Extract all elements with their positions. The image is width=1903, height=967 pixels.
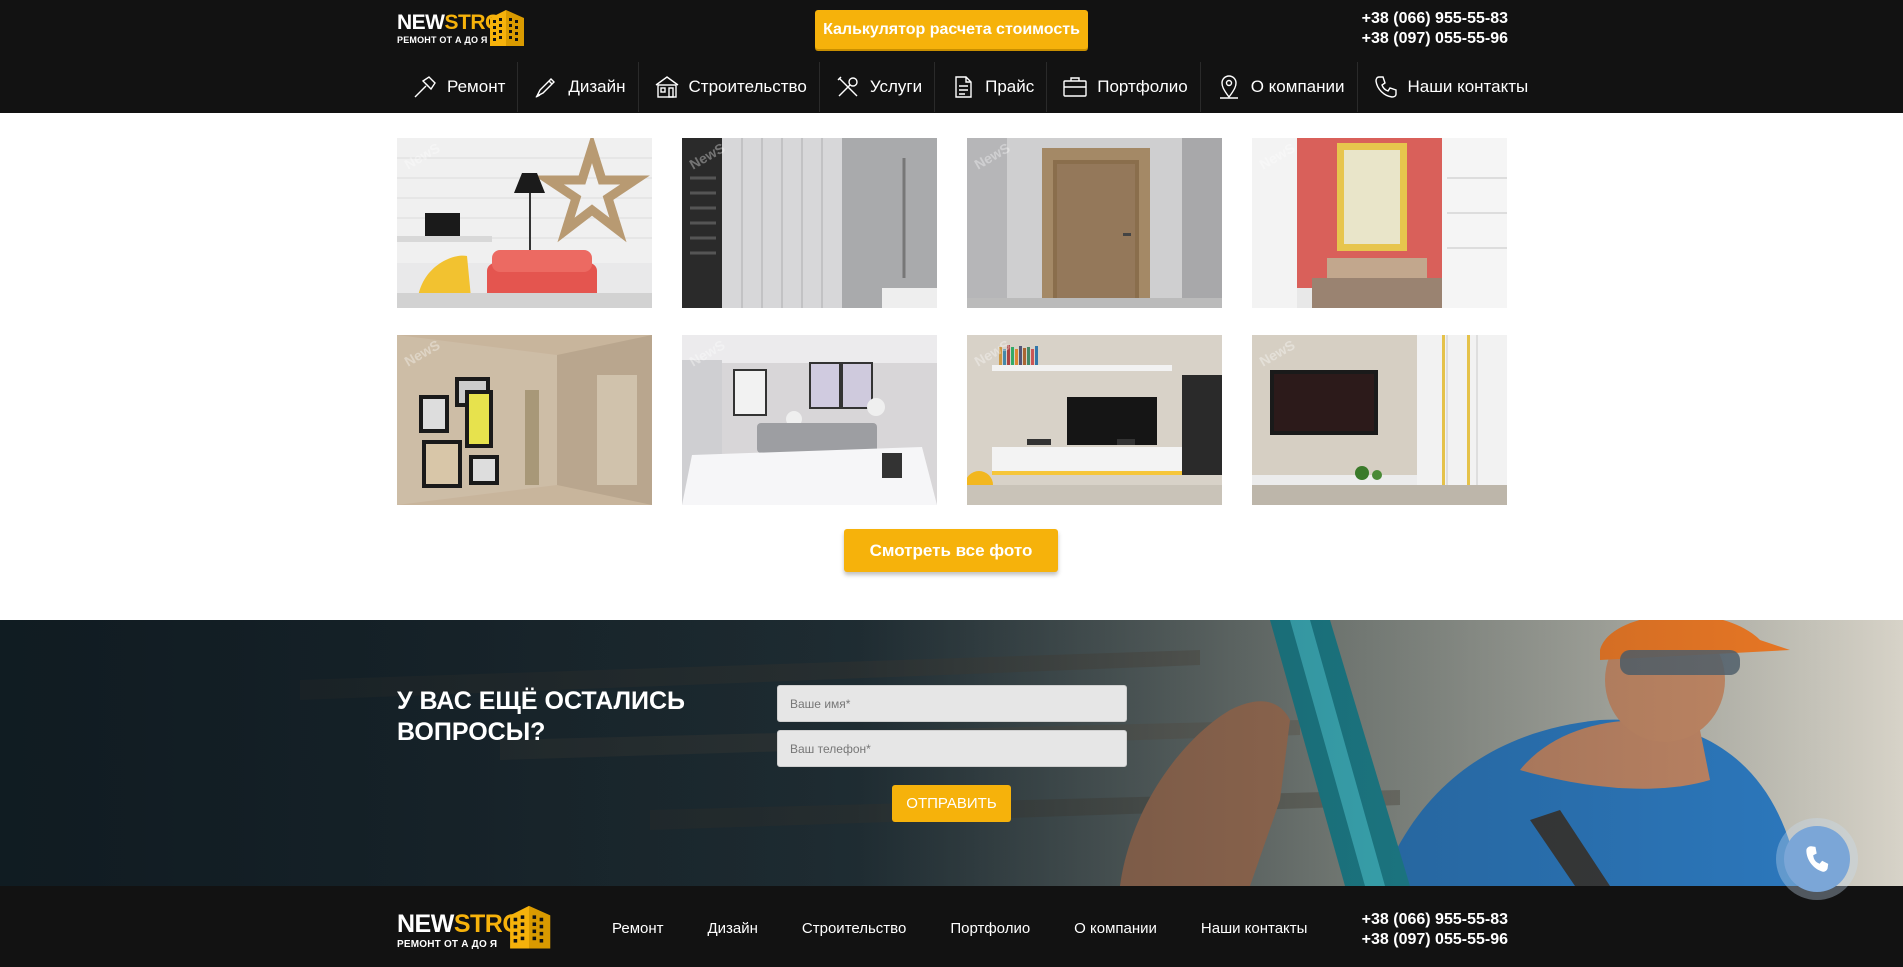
- nav-item-price[interactable]: Прайс: [935, 62, 1048, 112]
- site-footer: NEWSTROY РЕМОНТ ОТ А ДО Я Ремонт Дизайн …: [0, 886, 1903, 967]
- nav-label: Дизайн: [568, 77, 626, 96]
- logo-tagline: РЕМОНТ ОТ А ДО Я: [397, 939, 498, 950]
- view-all-photos-button[interactable]: Смотреть все фото: [844, 529, 1058, 572]
- phone-number-1[interactable]: +38 (066) 955-55-83: [1362, 9, 1508, 29]
- nav-item-contacts[interactable]: Наши контакты: [1358, 62, 1541, 112]
- footer-link-remont[interactable]: Ремонт: [612, 920, 664, 937]
- name-field[interactable]: [777, 685, 1127, 722]
- hammer-icon: [414, 76, 436, 98]
- nav-label: О компании: [1250, 77, 1345, 96]
- call-button-inner: [1784, 826, 1850, 892]
- phone-field[interactable]: [777, 730, 1127, 767]
- gallery-photo[interactable]: NewS: [397, 138, 652, 308]
- gallery-photo[interactable]: NewS: [967, 138, 1222, 308]
- gallery-photo[interactable]: NewS: [682, 335, 937, 505]
- pencil-brush-icon: [535, 78, 556, 98]
- tools-icon: [837, 76, 858, 97]
- photo-bedroom-red: [1252, 138, 1507, 308]
- footer-link-construction[interactable]: Строительство: [802, 920, 906, 937]
- building-icon: [510, 905, 551, 949]
- gallery-photo[interactable]: NewS: [397, 335, 652, 505]
- photo-hallway: [397, 335, 652, 505]
- phone-number-1[interactable]: +38 (066) 955-55-83: [1362, 910, 1508, 930]
- phone-number-2[interactable]: +38 (097) 055-55-96: [1362, 930, 1508, 950]
- photo-bathroom: [682, 138, 937, 308]
- footer-link-contacts[interactable]: Наши контакты: [1201, 920, 1308, 937]
- photo-bedroom-gray: [682, 335, 937, 505]
- footer-link-design[interactable]: Дизайн: [708, 920, 758, 937]
- cost-calculator-button[interactable]: Калькулятор расчета стоимость: [815, 10, 1088, 49]
- footer-link-portfolio[interactable]: Портфолио: [950, 920, 1030, 937]
- site-header: NEWSTROY РЕМОНТ ОТ А ДО Я Калькулятор ра…: [0, 0, 1903, 113]
- nav-label: Портфолио: [1097, 77, 1188, 96]
- nav-item-construction[interactable]: Строительство: [639, 62, 820, 112]
- nav-label: Строительство: [688, 77, 807, 96]
- logo-text-new: NEW: [397, 910, 454, 938]
- send-button[interactable]: ОТПРАВИТЬ: [892, 785, 1011, 822]
- building-icon: [490, 10, 524, 46]
- footer-link-about[interactable]: О компании: [1074, 920, 1157, 937]
- briefcase-icon: [1063, 77, 1087, 97]
- nav-label: Наши контакты: [1407, 77, 1529, 96]
- photo-door: [967, 138, 1222, 308]
- main-nav: Ремонт Дизайн Строительство Услуги Прайс: [397, 62, 1540, 112]
- gallery-photo[interactable]: NewS: [682, 138, 937, 308]
- map-pin-icon: [1219, 75, 1238, 99]
- title-line-2: ВОПРОСЫ?: [397, 718, 546, 746]
- questions-title: У ВАС ЕЩЁ ОСТАЛИСЬ ВОПРОСЫ?: [397, 686, 717, 748]
- nav-item-remont[interactable]: Ремонт: [397, 62, 519, 112]
- nav-item-portfolio[interactable]: Портфолио: [1047, 62, 1201, 112]
- gallery-photo[interactable]: NewS: [967, 335, 1222, 505]
- phone-icon: [1806, 846, 1829, 872]
- nav-item-about[interactable]: О компании: [1201, 62, 1358, 112]
- title-line-1: У ВАС ЕЩЁ ОСТАЛИСЬ: [397, 687, 686, 715]
- photo-tv-wall: [967, 335, 1222, 505]
- photo-living-room: [397, 138, 652, 308]
- floating-call-button[interactable]: [1776, 818, 1858, 900]
- questions-banner: У ВАС ЕЩЁ ОСТАЛИСЬ ВОПРОСЫ? ОТПРАВИТЬ: [0, 620, 1903, 886]
- nav-label: Ремонт: [447, 77, 506, 96]
- gallery-photo[interactable]: NewS: [1252, 138, 1507, 308]
- logo-text-new: NEW: [397, 11, 445, 34]
- photo-tv-cabinets: [1252, 335, 1507, 505]
- portfolio-gallery: NewS NewS NewS NewS NewS NewS NewS NewS: [397, 138, 1507, 505]
- logo-tagline: РЕМОНТ ОТ А ДО Я: [397, 35, 488, 45]
- footer-nav: Ремонт Дизайн Строительство Портфолио О …: [612, 920, 1351, 937]
- nav-label: Услуги: [869, 77, 923, 96]
- logo[interactable]: NEWSTROY РЕМОНТ ОТ А ДО Я: [397, 6, 527, 48]
- nav-label: Прайс: [985, 77, 1035, 96]
- phone-number-2[interactable]: +38 (097) 055-55-96: [1362, 29, 1508, 49]
- phone-icon: [1374, 76, 1397, 98]
- house-icon: [655, 76, 678, 98]
- nav-item-services[interactable]: Услуги: [820, 62, 936, 112]
- gallery-photo[interactable]: NewS: [1252, 335, 1507, 505]
- footer-logo[interactable]: NEWSTROY РЕМОНТ ОТ А ДО Я: [397, 893, 557, 955]
- header-phones: +38 (066) 955-55-83 +38 (097) 055-55-96: [1362, 9, 1508, 49]
- footer-phones: +38 (066) 955-55-83 +38 (097) 055-55-96: [1362, 910, 1508, 950]
- nav-item-design[interactable]: Дизайн: [518, 62, 639, 112]
- document-icon: [955, 76, 972, 98]
